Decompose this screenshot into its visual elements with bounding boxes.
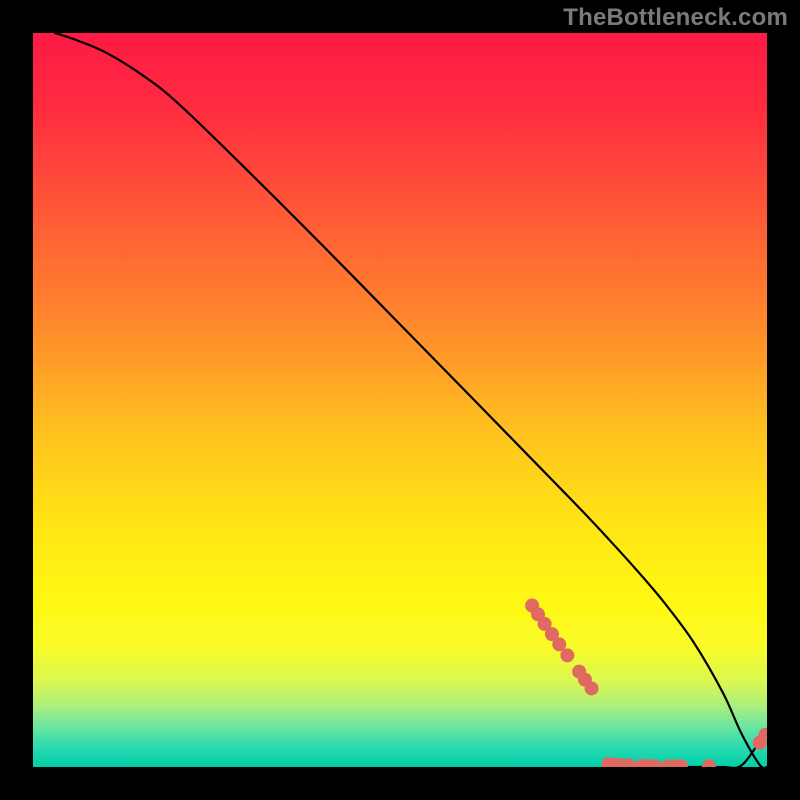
watermark-label: TheBottleneck.com	[563, 4, 788, 32]
data-point	[648, 759, 662, 773]
data-point	[622, 759, 636, 773]
data-point	[560, 648, 574, 662]
chart-svg	[0, 0, 800, 800]
data-point	[585, 681, 599, 695]
data-point	[674, 759, 688, 773]
chart-stage: TheBottleneck.com	[0, 0, 800, 800]
gradient-background	[33, 33, 767, 767]
data-point	[702, 759, 716, 773]
data-point	[759, 728, 773, 742]
